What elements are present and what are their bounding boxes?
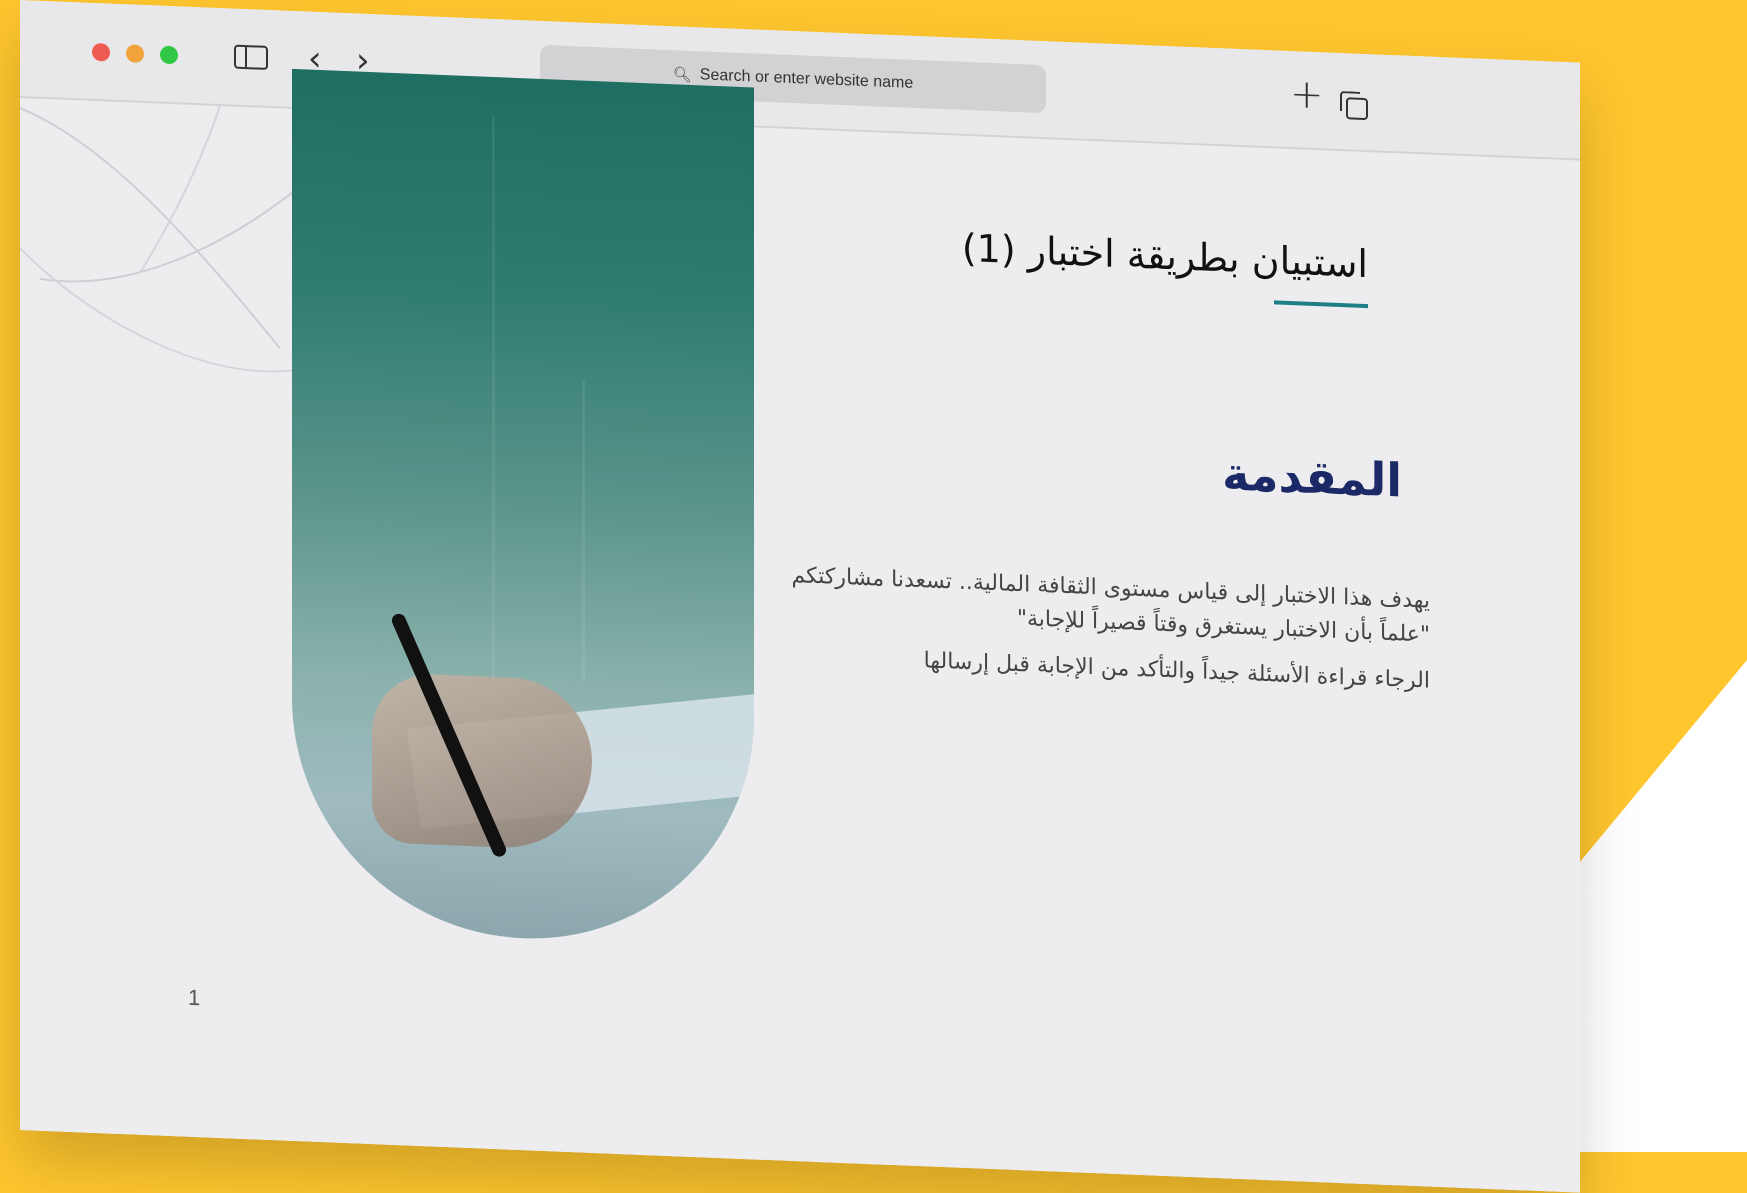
section-heading: المقدمة: [1222, 446, 1402, 508]
search-icon: 🔍︎: [672, 66, 692, 84]
browser-window: ‹ › 🔍︎ Search or enter website name + اس…: [20, 0, 1580, 1193]
tab-overview-icon[interactable]: [1346, 97, 1368, 121]
slide-title: استبيان بطريقة اختبار (1): [961, 225, 1368, 287]
minimize-window-button[interactable]: [126, 44, 144, 63]
title-underline: [1274, 300, 1368, 309]
intro-paragraph: يهدف هذا الاختبار إلى قياس مستوى الثقافة…: [791, 562, 1430, 648]
close-window-button[interactable]: [92, 42, 110, 62]
page-number: 1: [188, 984, 201, 1011]
new-tab-plus-icon[interactable]: +: [1290, 71, 1324, 118]
man-signing-document-photo: [292, 68, 754, 948]
slide-content: استبيان بطريقة اختبار (1) المقدمة يهدف ه…: [20, 68, 1580, 1193]
maximize-window-button[interactable]: [160, 45, 178, 65]
sidebar-toggle-icon[interactable]: [234, 44, 268, 70]
slide-title-block: استبيان بطريقة اختبار (1): [961, 225, 1368, 309]
